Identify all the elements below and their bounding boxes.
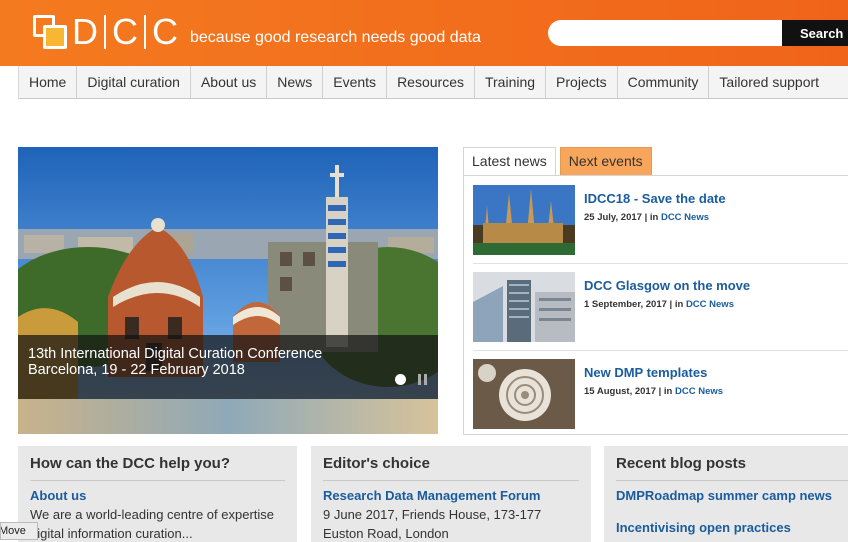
news-thumbnail[interactable] <box>473 359 575 429</box>
blog-posts-box: Recent blog posts DMPRoadmap summer camp… <box>604 446 848 542</box>
dcc-logo-text[interactable]: D C C <box>72 12 178 52</box>
news-title[interactable]: IDCC18 - Save the date <box>584 191 726 206</box>
news-meta: 15 August, 2017 | in DCC News <box>584 386 724 397</box>
news-meta: 25 July, 2017 | in DCC News <box>584 212 709 223</box>
news-item[interactable]: New DMP templates 15 August, 2017 | in D… <box>473 359 848 429</box>
site-header: D C C because good research needs good d… <box>0 0 848 66</box>
tab-latest-news[interactable]: Latest news <box>463 147 556 176</box>
about-us-link[interactable]: About us <box>30 488 86 503</box>
help-text-line2: digital information curation... <box>30 526 193 541</box>
nav-item-about-us[interactable]: About us <box>191 66 268 98</box>
editor-text-line2: Euston Road, London <box>323 526 449 541</box>
news-title[interactable]: New DMP templates <box>584 365 707 380</box>
logo-letter-c1: C <box>112 11 138 52</box>
nav-item-digital-curation[interactable]: Digital curation <box>77 66 191 98</box>
caption-subtitle: Barcelona, 19 - 22 February 2018 <box>28 362 245 378</box>
news-item[interactable]: DCC Glasgow on the move 1 September, 201… <box>473 272 848 342</box>
nav-item-tailored-support[interactable]: Tailored support <box>709 66 829 98</box>
divider <box>473 350 848 351</box>
news-thumbnail[interactable] <box>473 272 575 342</box>
help-box-title: How can the DCC help you? <box>30 455 231 472</box>
carousel-dot-icon[interactable] <box>395 374 406 385</box>
move-button[interactable]: Move <box>0 522 38 540</box>
nav-item-resources[interactable]: Resources <box>387 66 475 98</box>
blog-post-link[interactable]: DMPRoadmap summer camp news <box>616 488 832 503</box>
news-item[interactable]: IDCC18 - Save the date 25 July, 2017 | i… <box>473 185 848 255</box>
nav-item-training[interactable]: Training <box>475 66 547 98</box>
logo-letter-d: D <box>72 11 98 52</box>
search-button[interactable]: Search <box>782 20 848 46</box>
tagline: because good research needs good data <box>190 29 481 46</box>
rdm-forum-link[interactable]: Research Data Management Forum <box>323 488 540 503</box>
nav-item-events[interactable]: Events <box>323 66 388 98</box>
editors-choice-title: Editor's choice <box>323 455 430 472</box>
blog-post-link[interactable]: Incentivising open practices <box>616 520 791 535</box>
news-title[interactable]: DCC Glasgow on the move <box>584 278 750 293</box>
news-thumbnail[interactable] <box>473 185 575 255</box>
search-input[interactable] <box>548 20 784 46</box>
nav-item-news[interactable]: News <box>267 66 324 98</box>
dcc-logo-icon[interactable] <box>33 15 69 49</box>
help-box: How can the DCC help you? About us We ar… <box>18 446 297 542</box>
blog-posts-title: Recent blog posts <box>616 455 747 472</box>
hero-carousel[interactable]: 13th International Digital Curation Conf… <box>18 147 438 434</box>
editor-text-line1: 9 June 2017, Friends House, 173-177 <box>323 507 542 522</box>
tab-next-events[interactable]: Next events <box>559 147 652 176</box>
logo-letter-c2: C <box>152 11 178 52</box>
news-category-link[interactable]: DCC News <box>661 212 709 223</box>
divider <box>473 263 848 264</box>
main-nav: Home Digital curation About us News Even… <box>18 66 848 99</box>
caption-title: 13th International Digital Curation Conf… <box>28 346 323 362</box>
pause-icon[interactable] <box>418 374 428 385</box>
news-meta: 1 September, 2017 | in DCC News <box>584 299 734 310</box>
help-text-line1: We are a world-leading centre of experti… <box>30 507 274 522</box>
news-category-link[interactable]: DCC News <box>675 386 723 397</box>
nav-item-home[interactable]: Home <box>19 66 78 98</box>
nav-item-projects[interactable]: Projects <box>546 66 618 98</box>
nav-item-community[interactable]: Community <box>618 66 710 98</box>
news-tabs: Latest news Next events <box>463 147 652 176</box>
news-panel: IDCC18 - Save the date 25 July, 2017 | i… <box>463 175 848 435</box>
news-category-link[interactable]: DCC News <box>686 299 734 310</box>
carousel-caption: 13th International Digital Curation Conf… <box>18 335 438 399</box>
editors-choice-box: Editor's choice Research Data Management… <box>311 446 591 542</box>
